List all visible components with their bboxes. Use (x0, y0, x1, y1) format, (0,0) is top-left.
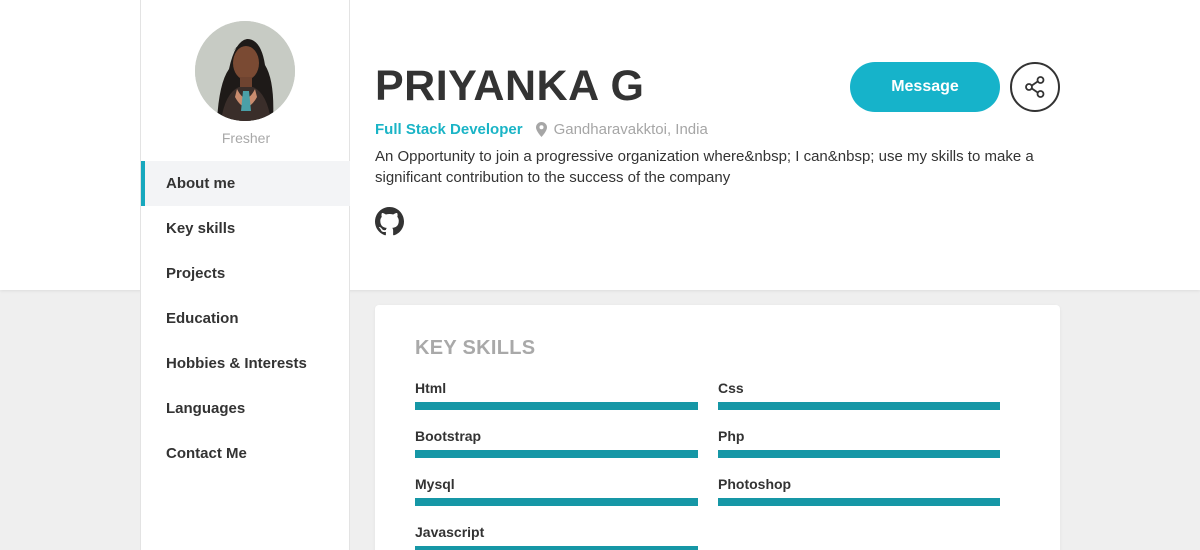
sidebar-item-languages[interactable]: Languages (141, 386, 350, 431)
sidebar-item-education[interactable]: Education (141, 296, 350, 341)
skill-mysql: Mysql (415, 476, 698, 506)
skill-label: Css (718, 380, 744, 396)
experience-status: Fresher (221, 130, 271, 146)
sidebar-item-projects[interactable]: Projects (141, 251, 350, 296)
skill-bar-track (718, 450, 1000, 458)
sidebar-item-contact-me[interactable]: Contact Me (141, 431, 350, 476)
skill-bar-track (415, 498, 698, 506)
skill-bar-fill (718, 402, 1000, 410)
skill-bar-track (415, 450, 698, 458)
skill-label: Javascript (415, 524, 485, 540)
sidebar-item-about-me[interactable]: About me (141, 161, 350, 206)
skill-bar-track (415, 546, 698, 550)
sidebar-nav: About me Key skills Projects Education H… (141, 161, 350, 476)
skill-bar-fill (415, 498, 698, 506)
skill-php: Php (718, 428, 1000, 458)
profile-name: PRIYANKA G (375, 62, 645, 110)
avatar (195, 21, 295, 121)
map-pin-icon (535, 122, 547, 137)
job-title: Full Stack Developer (375, 121, 523, 138)
skill-label: Mysql (415, 476, 455, 492)
skill-bar-fill (718, 498, 1000, 506)
profile-bio: An Opportunity to join a progressive org… (375, 148, 1034, 186)
skill-bar-fill (415, 546, 698, 550)
share-icon (1025, 76, 1045, 98)
skill-css: Css (718, 380, 1000, 410)
key-skills-title: KEY SKILLS (415, 337, 536, 359)
avatar-image (195, 21, 295, 121)
skill-html: Html (415, 380, 698, 410)
share-button[interactable] (1010, 62, 1060, 112)
skill-bar-track (718, 498, 1000, 506)
location-text: Gandharavakktoi, India (553, 121, 708, 138)
skill-photoshop: Photoshop (718, 476, 1000, 506)
skill-bar-track (718, 402, 1000, 410)
skill-bar-fill (415, 450, 698, 458)
key-skills-card: KEY SKILLS Html Css Bootstrap Php Mysql … (375, 305, 1060, 550)
skill-label: Bootstrap (415, 428, 482, 444)
skill-bar-track (415, 402, 698, 410)
skill-javascript: Javascript (415, 524, 698, 550)
skill-bar-fill (718, 450, 1000, 458)
role-location-line: Full Stack Developer Gandharavakktoi, In… (375, 121, 708, 138)
skill-label: Photoshop (718, 476, 792, 492)
sidebar-item-hobbies-interests[interactable]: Hobbies & Interests (141, 341, 350, 386)
github-icon[interactable] (375, 207, 404, 236)
skill-bar-fill (415, 402, 698, 410)
skill-label: Php (718, 428, 745, 444)
sidebar-item-key-skills[interactable]: Key skills (141, 206, 350, 251)
sidebar: Fresher About me Key skills Projects Edu… (140, 0, 350, 550)
skill-bootstrap: Bootstrap (415, 428, 698, 458)
message-button[interactable]: Message (850, 62, 1000, 112)
skill-label: Html (415, 380, 447, 396)
